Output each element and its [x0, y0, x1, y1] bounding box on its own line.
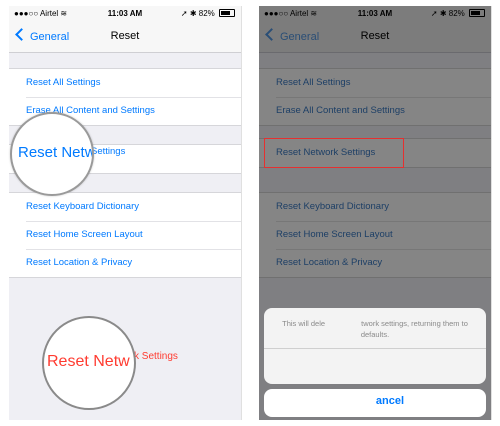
reset-keyboard-dictionary-row[interactable]: Reset Keyboard Dictionary — [9, 193, 241, 221]
status-right: ➚ ✱ 82% — [431, 9, 485, 18]
reset-home-screen-layout-row[interactable]: Reset Home Screen Layout — [259, 221, 491, 249]
location-arrow-icon: ➚ — [430, 9, 438, 18]
status-right: ➚ ✱ 82% — [181, 9, 235, 18]
action-sheet: This will dele twork settings, returning… — [264, 308, 486, 384]
magnifier-circle-left: Reset Netw — [10, 112, 94, 196]
reset-all-settings-row[interactable]: Reset All Settings — [9, 69, 241, 97]
cancel-button-label: ancel — [375, 395, 405, 407]
battery-icon — [469, 9, 485, 17]
location-arrow-icon: ➚ — [180, 9, 188, 18]
reset-location-privacy-row[interactable]: Reset Location & Privacy — [259, 249, 491, 277]
page-title: Reset — [360, 30, 390, 42]
battery-icon — [219, 9, 235, 17]
bluetooth-icon: ✱ — [439, 9, 447, 18]
highlight-box — [264, 138, 404, 168]
magnifier-circle-right: Reset Netw — [42, 316, 136, 410]
magnified-reset-network-button[interactable]: Reset Netw — [47, 353, 130, 371]
reset-all-settings-row[interactable]: Reset All Settings — [259, 69, 491, 97]
right-phone-screen: ●●●○○ Airtel ≋ 11:03 AM ➚ ✱ 82% General … — [259, 6, 492, 420]
navigation-bar: General Reset — [259, 22, 491, 53]
magnified-reset-network-text: Reset Netw — [18, 144, 94, 161]
reset-location-privacy-row[interactable]: Reset Location & Privacy — [9, 249, 241, 277]
status-bar: ●●●○○ Airtel ≋ 11:03 AM ➚ ✱ 82% — [259, 6, 491, 22]
erase-all-content-row[interactable]: Erase All Content and Settings — [259, 97, 491, 125]
action-sheet-message: This will dele twork settings, returning… — [282, 319, 468, 339]
reset-keyboard-dictionary-row[interactable]: Reset Keyboard Dictionary — [259, 193, 491, 221]
reset-network-button-rest[interactable]: k Settings — [134, 351, 178, 362]
reset-group-1: Reset All Settings Erase All Content and… — [259, 68, 491, 126]
cancel-button[interactable]: ancel — [264, 389, 486, 417]
bluetooth-icon: ✱ — [189, 9, 197, 18]
reset-group-3: Reset Keyboard Dictionary Reset Home Scr… — [9, 192, 241, 278]
reset-home-screen-layout-row[interactable]: Reset Home Screen Layout — [9, 221, 241, 249]
status-bar: ●●●○○ Airtel ≋ 11:03 AM ➚ ✱ 82% — [9, 6, 241, 22]
navigation-bar: General Reset — [9, 22, 241, 53]
reset-network-label-rest: Settings — [91, 146, 126, 157]
reset-group-3: Reset Keyboard Dictionary Reset Home Scr… — [259, 192, 491, 278]
action-sheet-divider — [264, 348, 486, 349]
page-title: Reset — [110, 30, 140, 42]
